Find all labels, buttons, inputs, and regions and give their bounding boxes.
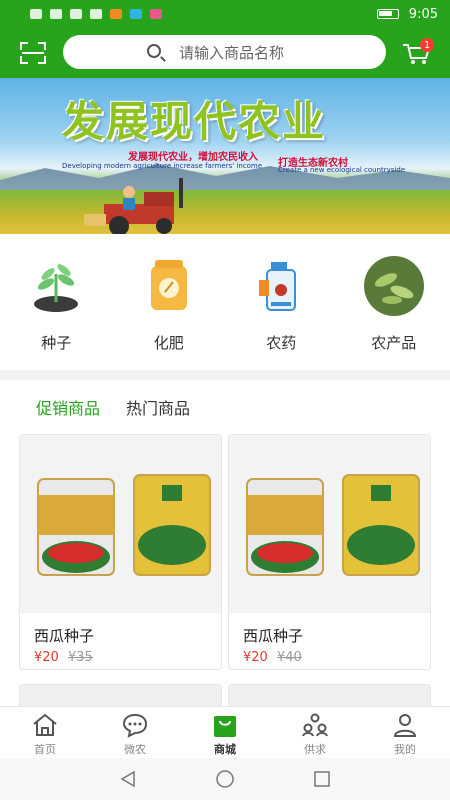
chat-bubble-icon — [122, 713, 148, 738]
pesticide-sprayer-icon — [259, 262, 297, 311]
product-name: 西瓜种子 — [243, 627, 304, 645]
tabbar-weinong[interactable]: 微农 — [90, 707, 180, 758]
home-icon — [33, 713, 57, 736]
product-card[interactable] — [19, 684, 222, 706]
product-card[interactable]: 西瓜种子 ¥20 ¥40 — [228, 434, 431, 670]
status-bar: 9:05 — [0, 0, 450, 28]
app-icon — [130, 9, 142, 19]
product-price: ¥20 — [34, 650, 59, 665]
category-seeds[interactable]: 种子 — [0, 234, 113, 370]
tabbar-mall[interactable]: 商城 — [180, 707, 270, 758]
app-icon — [110, 9, 122, 19]
bottom-tab-bar: 首页 微农 商城 供求 我的 — [0, 706, 450, 758]
category-label: 农药 — [266, 334, 297, 352]
promo-banner[interactable]: 发展现代农业 发展现代农业，增加农民收入 打造生态新农村 Developing … — [0, 78, 450, 234]
tractor-illustration — [84, 178, 183, 234]
cart-button[interactable]: 1 — [402, 38, 434, 66]
cart-badge: 1 — [420, 38, 434, 52]
fertilizer-bag-icon — [150, 260, 187, 310]
download-icon — [70, 9, 82, 19]
tabbar-label: 微农 — [124, 743, 146, 756]
search-icon — [90, 9, 102, 19]
product-card[interactable] — [228, 684, 431, 706]
category-produce[interactable]: 农产品 — [338, 234, 450, 370]
category-fertilizer[interactable]: 化肥 — [113, 234, 226, 370]
tab-hot[interactable]: 热门商品 — [126, 395, 190, 419]
search-icon — [147, 44, 161, 58]
back-icon[interactable] — [118, 769, 138, 789]
seedling-icon — [34, 264, 79, 312]
supply-demand-icon — [302, 713, 328, 737]
tabbar-mine[interactable]: 我的 — [360, 707, 450, 758]
wifi-icon — [50, 9, 62, 19]
product-old-price: ¥35 — [68, 650, 93, 665]
banner-title: 发展现代农业 — [62, 97, 327, 146]
system-nav-bar — [0, 758, 450, 800]
sim-icon — [30, 9, 42, 19]
tab-promo[interactable]: 促销商品 — [36, 395, 100, 419]
category-label: 农产品 — [371, 334, 417, 352]
banner-english-left: Developing modern agriculture increase f… — [62, 162, 263, 170]
home-circle-icon[interactable] — [215, 769, 235, 789]
tabbar-label: 我的 — [394, 743, 416, 756]
banner-subtitle-left: 发展现代农业，增加农民收入 — [128, 152, 258, 163]
tabbar-label: 供求 — [304, 743, 326, 756]
tabbar-home[interactable]: 首页 — [0, 707, 90, 758]
tabbar-label: 首页 — [34, 743, 56, 756]
category-row: 种子 化肥 农药 农产品 — [0, 234, 450, 370]
category-label: 种子 — [41, 334, 72, 352]
search-placeholder: 请输入商品名称 — [179, 43, 285, 62]
category-label: 化肥 — [153, 334, 184, 352]
product-tabs: 促销商品 热门商品 — [0, 380, 450, 434]
product-card[interactable]: 西瓜种子 ¥20 ¥35 — [19, 434, 222, 670]
product-image — [229, 435, 430, 613]
status-icons-right: 9:05 — [376, 6, 438, 22]
recents-icon[interactable] — [312, 769, 332, 789]
product-old-price: ¥40 — [277, 650, 302, 665]
product-image — [20, 435, 221, 613]
tabbar-supply[interactable]: 供求 — [270, 707, 360, 758]
shopping-bag-icon — [214, 716, 236, 737]
scan-icon[interactable] — [20, 42, 46, 64]
tabbar-label: 商城 — [214, 743, 236, 756]
soybean-icon — [363, 256, 424, 316]
product-section: 促销商品 热门商品 西瓜种子 ¥20 ¥35 西瓜种子 ¥20 ¥40 — [0, 380, 450, 706]
category-pesticide[interactable]: 农药 — [225, 234, 338, 370]
product-price: ¥20 — [243, 650, 268, 665]
status-icons-left — [30, 9, 162, 19]
battery-icon — [376, 9, 399, 19]
product-name: 西瓜种子 — [34, 627, 95, 645]
search-input[interactable]: 请输入商品名称 — [63, 35, 386, 69]
user-icon — [393, 714, 417, 737]
app-root: 9:05 请输入商品名称 1 发展现代农业 发展现代农业，增加农民收入 打造生态… — [0, 0, 450, 800]
app-icon — [150, 9, 162, 19]
status-time: 9:05 — [408, 6, 438, 22]
banner-english-right: Create a new ecological countryside — [278, 166, 406, 174]
app-header: 请输入商品名称 1 — [0, 28, 450, 78]
